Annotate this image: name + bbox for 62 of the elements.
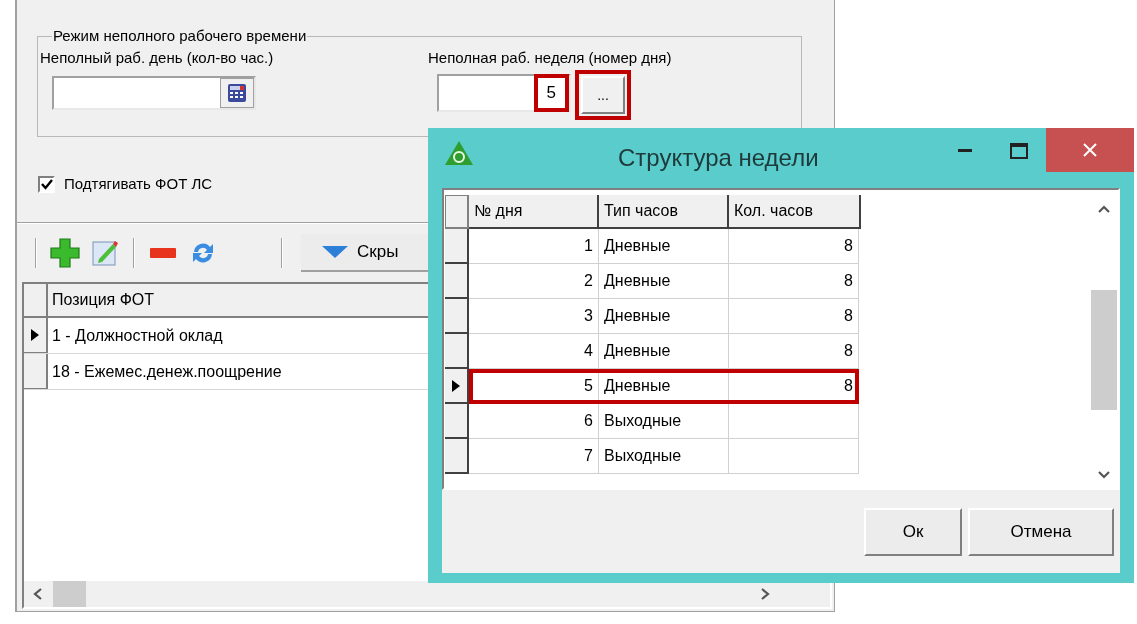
- scrollbar[interactable]: [24, 581, 830, 607]
- ok-button[interactable]: Ок: [864, 507, 962, 556]
- column-header[interactable]: Позиция ФОТ: [48, 284, 428, 316]
- table-cell: Дневные: [599, 334, 729, 369]
- cancel-button[interactable]: Отмена: [968, 507, 1114, 556]
- window-title: Структура недели: [618, 143, 819, 173]
- scroll-thumb[interactable]: [1091, 290, 1117, 410]
- table-cell-text: 1 - Должностной оклад: [51, 325, 224, 346]
- hide-button[interactable]: Скры: [301, 234, 431, 272]
- calculator-icon[interactable]: [220, 77, 254, 108]
- checkbox-label: Подтягивать ФОТ ЛС: [64, 173, 213, 194]
- table-cell: 6: [469, 404, 599, 439]
- row-pointer-icon: [451, 378, 461, 393]
- close-icon: [1083, 143, 1097, 157]
- table-cell: Выходные: [599, 439, 729, 474]
- app-icon: [444, 140, 474, 166]
- row-header[interactable]: [445, 404, 469, 439]
- table-cell: 3: [469, 299, 599, 334]
- table-cell: Дневные: [599, 299, 729, 334]
- input-field[interactable]: [52, 75, 256, 110]
- row-header[interactable]: [445, 264, 469, 299]
- table-cell: 5: [469, 369, 599, 404]
- field-label: Неполный раб. день (кол-во час.): [40, 47, 275, 68]
- table-cell: 8: [729, 229, 859, 264]
- row-header[interactable]: [445, 334, 469, 369]
- table-cell: Дневные: [599, 369, 729, 404]
- table-cell: 8: [729, 264, 859, 299]
- row-header[interactable]: [24, 318, 48, 353]
- table-cell: Дневные: [599, 264, 729, 299]
- column-header[interactable]: Кол. часов: [729, 195, 861, 229]
- row-header[interactable]: [445, 439, 469, 474]
- scroll-left-icon[interactable]: [33, 587, 43, 601]
- group-title: Режим неполного рабочего времени: [52, 26, 308, 46]
- table-cell: 2: [469, 264, 599, 299]
- column-header[interactable]: № дня: [469, 195, 599, 229]
- row-header[interactable]: [445, 299, 469, 334]
- table-cell: 7: [469, 439, 599, 474]
- scroll-thumb[interactable]: [53, 581, 86, 607]
- table-cell: 8: [729, 299, 859, 334]
- scroll-up-icon[interactable]: [1097, 204, 1111, 214]
- triangle-icon: [321, 245, 349, 259]
- scroll-right-icon[interactable]: [760, 587, 770, 601]
- minimize-icon: [958, 149, 972, 153]
- field-value: 5: [533, 73, 569, 112]
- table-cell-text: 18 - Ежемес.денеж.поощрение: [51, 361, 283, 382]
- column-header[interactable]: Тип часов: [599, 195, 729, 229]
- browse-button[interactable]: ...: [581, 75, 625, 114]
- header-corner: [445, 195, 469, 229]
- field-label: Неполная раб. неделя (номер дня): [428, 47, 672, 68]
- table-cell: 8: [729, 334, 859, 369]
- row-pointer-icon: [30, 328, 40, 342]
- table-cell: 4: [469, 334, 599, 369]
- table-cell: 8: [729, 369, 859, 404]
- input-field[interactable]: 5: [437, 73, 571, 112]
- row-header[interactable]: [445, 369, 469, 404]
- scroll-down-icon[interactable]: [1097, 470, 1111, 480]
- table-cell: 1: [469, 229, 599, 264]
- table-cell: Дневные: [599, 229, 729, 264]
- checkbox[interactable]: [38, 175, 55, 193]
- row-header[interactable]: [445, 229, 469, 264]
- table-cell: Выходные: [599, 404, 729, 439]
- maximize-icon: [1010, 143, 1028, 159]
